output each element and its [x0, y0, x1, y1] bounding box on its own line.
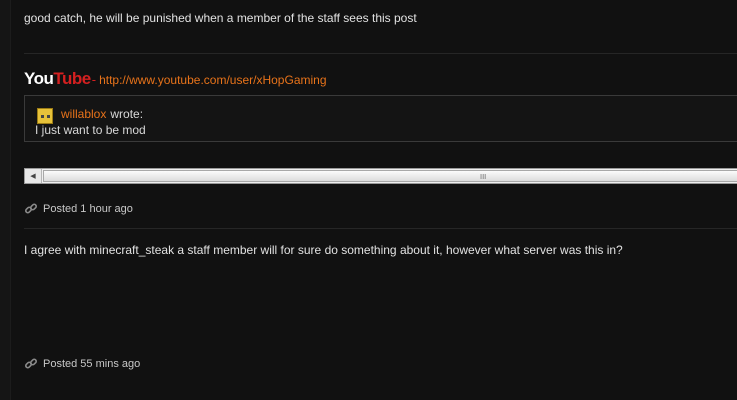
post-timestamp[interactable]: Posted 55 mins ago	[43, 358, 140, 370]
youtube-logo[interactable]: YouTube	[24, 69, 91, 89]
signature: YouTube - http://www.youtube.com/user/xH…	[24, 69, 327, 89]
youtube-logo-tube: Tube	[53, 69, 91, 88]
scrollbar-grip-icon: III	[480, 173, 487, 181]
quote-box: willablox wrote: I just want to be mod	[24, 95, 737, 142]
avatar[interactable]	[37, 108, 53, 124]
quote-header: willablox wrote:	[37, 104, 143, 124]
post-divider	[24, 228, 737, 229]
signature-dash: -	[91, 72, 97, 87]
post-meta: Posted 1 hour ago	[24, 202, 133, 216]
post-body: good catch, he will be punished when a m…	[24, 11, 417, 25]
scrollbar-thumb[interactable]: III	[43, 170, 737, 182]
horizontal-scrollbar[interactable]: ◀ III	[24, 168, 737, 184]
signature-divider	[24, 53, 737, 54]
post-timestamp[interactable]: Posted 1 hour ago	[43, 203, 133, 215]
youtube-logo-you: You	[24, 69, 54, 88]
post-meta: Posted 55 mins ago	[24, 357, 140, 371]
quote-text: I just want to be mod	[35, 123, 146, 137]
link-icon[interactable]	[24, 202, 38, 216]
left-gutter	[0, 0, 11, 400]
quote-author-link[interactable]: willablox	[61, 107, 106, 121]
link-icon[interactable]	[24, 357, 38, 371]
post-body: I agree with minecraft_steak a staff mem…	[24, 243, 623, 257]
quote-wrote-label: wrote:	[110, 107, 144, 121]
scroll-left-arrow-icon[interactable]: ◀	[25, 169, 42, 183]
youtube-channel-link[interactable]: http://www.youtube.com/user/xHopGaming	[99, 73, 326, 87]
